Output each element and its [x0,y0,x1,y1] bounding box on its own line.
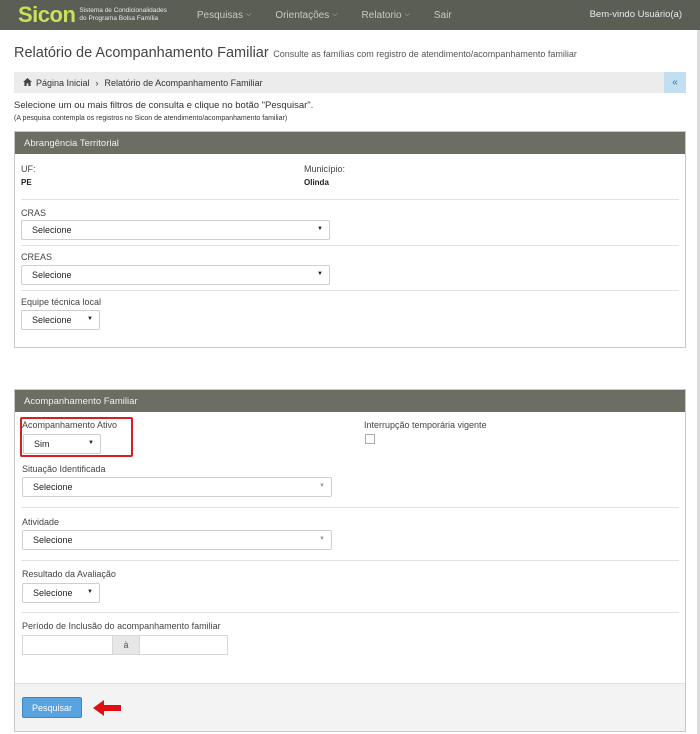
resultado-select-value: Selecione [33,588,73,598]
welcome-user[interactable]: Bem-vindo Usuário(a) [590,9,682,20]
ativo-label: Acompanhamento Ativo [22,420,118,430]
nav-menu: Pesquisas ⌵ Orientações ⌵ Relatorio ⌵ Sa… [197,10,476,21]
uf-label: UF: [21,164,36,174]
situacao-select-value: Selecione [33,482,73,492]
cras-label: CRAS [21,208,47,218]
page-title-main: Relatório de Acompanhamento Familiar [14,45,269,61]
dropdown-arrow-icon: ▼ [317,271,323,277]
chevron-down-icon: ⌵ [332,11,338,18]
panel-footer: Pesquisar [15,683,685,731]
divider [21,560,679,561]
dropdown-arrow-icon: ▼ [88,440,94,446]
acompanhamento-panel: Acompanhamento Familiar Acompanhamento A… [14,389,686,732]
instruction-note: (A pesquisa contempla os registros no Si… [14,115,288,122]
nav-label: Pesquisas [196,9,243,21]
chevron-down-icon: ⌵ [246,11,252,18]
pesquisar-button[interactable]: Pesquisar [22,697,82,718]
acompanhamento-panel-title: Acompanhamento Familiar [15,390,685,412]
creas-label: CREAS [21,252,53,262]
periodo-label: Período de Inclusão do acompanhamento fa… [22,621,221,631]
nav-relatorio[interactable]: Relatorio ⌵ [362,10,410,21]
page-title-subtitle: Consulte as famílias com registro de ate… [273,49,577,59]
territorial-panel: Abrangência Territorial UF: PE Município… [14,131,686,348]
dropdown-arrow-icon: ▼ [87,589,93,595]
divider [21,199,679,200]
nav-sair[interactable]: Sair [434,10,452,21]
chevron-down-icon: ⌵ [404,11,410,18]
nav-label: Orientações [275,9,330,21]
creas-select[interactable]: Selecione ▼ [21,265,330,285]
municipio-label: Município: [304,164,346,174]
breadcrumb: Página Inicial › Relatório de Acompanham… [14,72,686,93]
breadcrumb-home[interactable]: Página Inicial [36,78,90,88]
situacao-select[interactable]: Selecione ▼ [22,477,332,497]
periodo-end-input[interactable] [139,635,228,655]
top-navbar: Sicon Sistema de Condicionalidades do Pr… [0,0,700,30]
nav-label: Sair [433,9,452,21]
home-icon [23,77,32,88]
equipe-select-value: Selecione [32,315,72,325]
equipe-select[interactable]: Selecione ▼ [21,310,100,330]
situacao-label: Situação Identificada [22,464,106,474]
dropdown-arrow-icon: ▼ [317,226,323,232]
dropdown-arrow-icon: ▼ [319,536,325,542]
divider [21,507,679,508]
dropdown-arrow-icon: ▼ [319,483,325,489]
divider [21,245,679,246]
divider [21,290,679,291]
brand-subtitle-line2: do Programa Bolsa Família [79,15,159,22]
instruction-text: Selecione um ou mais filtros de consulta… [14,100,314,111]
resultado-select[interactable]: Selecione ▼ [22,583,100,603]
breadcrumb-current: Relatório de Acompanhamento Familiar [104,77,263,88]
cras-select[interactable]: Selecione ▼ [21,220,330,240]
atividade-select[interactable]: Selecione ▼ [22,530,332,550]
municipio-value: Olinda [304,178,329,187]
ativo-select-value: Sim [34,439,50,449]
uf-value: PE [21,178,32,187]
brand-subtitle-line1: Sistema de Condicionalidades [79,7,167,14]
brand-subtitle: Sistema de Condicionalidades do Programa… [79,7,166,23]
nav-pesquisas[interactable]: Pesquisas ⌵ [197,10,251,21]
dropdown-arrow-icon: ▼ [87,316,93,322]
nav-label: Relatorio [361,9,402,21]
collapse-button[interactable]: « [664,72,686,93]
interrupcao-checkbox[interactable] [365,434,375,444]
atividade-select-value: Selecione [33,535,73,545]
creas-select-value: Selecione [32,270,72,280]
interrupcao-label: Interrupção temporária vigente [364,420,487,430]
nav-orientacoes[interactable]: Orientações ⌵ [275,10,337,21]
periodo-separator: à [113,635,139,655]
brand[interactable]: Sicon Sistema de Condicionalidades do Pr… [18,4,167,26]
territorial-panel-title: Abrangência Territorial [15,132,685,154]
ativo-select[interactable]: Sim ▼ [23,434,101,454]
resultado-label: Resultado da Avaliação [22,569,116,579]
red-arrow-icon [93,700,121,716]
equipe-label: Equipe técnica local [21,297,102,307]
breadcrumb-separator: › [95,77,99,88]
sicon-logo: Sicon [18,2,76,27]
atividade-label: Atividade [22,517,60,527]
periodo-start-input[interactable] [22,635,113,655]
cras-select-value: Selecione [32,225,72,235]
page-title: Relatório de Acompanhamento Familiar Con… [14,45,577,61]
divider [21,612,679,613]
